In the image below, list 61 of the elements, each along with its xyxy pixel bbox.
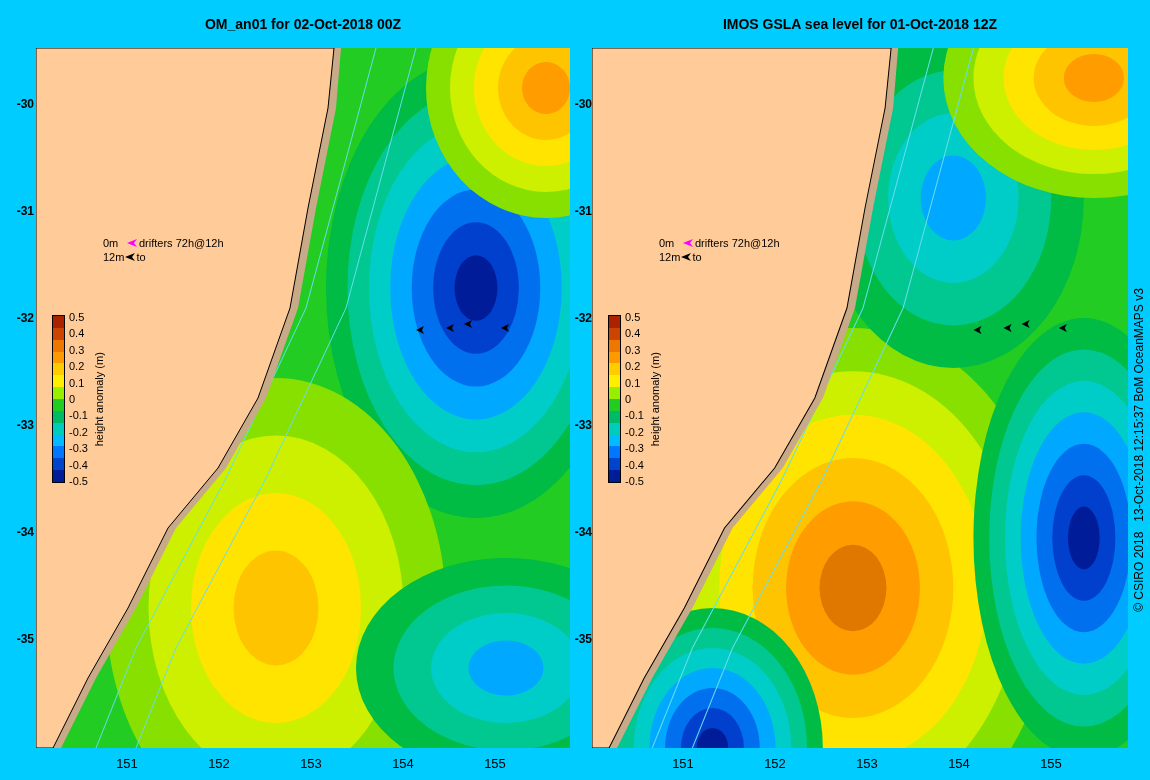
colorbar-tick-label: -0.1 bbox=[69, 409, 88, 422]
latitude-label: -33 bbox=[16, 417, 34, 434]
latitude-label: -35 bbox=[16, 631, 34, 648]
map-title: IMOS GSLA sea level for 01-Oct-2018 12Z bbox=[721, 14, 999, 34]
colorbar-tick-label: -0.4 bbox=[625, 458, 644, 471]
longitude-label: 155 bbox=[1039, 755, 1063, 774]
legend-text: drifters 72h@12h bbox=[695, 236, 780, 250]
legend-text: to bbox=[136, 250, 146, 264]
colorbar-tick-label: -0.3 bbox=[69, 442, 88, 455]
latitude-label: -30 bbox=[574, 96, 592, 113]
depth-label: 0m bbox=[659, 236, 676, 250]
colorbar-label: height anomaly (m) bbox=[91, 351, 106, 447]
map-title: OM_an01 for 02-Oct-2018 00Z bbox=[203, 14, 403, 34]
longitude-label: 154 bbox=[391, 755, 415, 774]
longitude-label: 152 bbox=[763, 755, 787, 774]
arrow-icon bbox=[683, 239, 693, 247]
colorbar-tick-label: -0.3 bbox=[625, 442, 644, 455]
colorbar-tick-label: 0.2 bbox=[69, 360, 86, 373]
colorbar-tick-label: 0.5 bbox=[69, 311, 86, 323]
colorbar-tick-label: 0.3 bbox=[69, 343, 86, 356]
legend-text: drifters 72h@12h bbox=[139, 236, 224, 250]
colorbar-tick-label: 0.4 bbox=[625, 327, 642, 340]
arrow-icon bbox=[127, 239, 137, 247]
latitude-label: -35 bbox=[574, 631, 592, 648]
colorbar-tick-label: 0.1 bbox=[69, 376, 86, 389]
depth-label: 0m bbox=[103, 236, 120, 250]
latitude-label: -33 bbox=[574, 417, 592, 434]
colorbar-tick-label: -0.5 bbox=[625, 474, 644, 487]
latitude-label: -30 bbox=[16, 96, 34, 113]
colorbar-tick-label: 0.3 bbox=[625, 343, 642, 356]
latitude-label: -31 bbox=[574, 203, 592, 220]
longitude-label: 155 bbox=[483, 755, 507, 774]
colorbar-tick-label: 0 bbox=[625, 392, 633, 405]
longitude-label: 152 bbox=[207, 755, 231, 774]
latitude-label: -32 bbox=[574, 310, 592, 327]
colorbar-label: height anomaly (m) bbox=[647, 351, 662, 447]
depth-label: 12m bbox=[659, 250, 681, 264]
colorbar-tick-label: -0.2 bbox=[69, 425, 88, 438]
colorbar-tick-label: 0 bbox=[69, 392, 77, 405]
latitude-label: -31 bbox=[16, 203, 34, 220]
colorbar-tick-label: 0.4 bbox=[69, 327, 86, 340]
depth-label: 12m bbox=[103, 250, 125, 264]
colorbar-tick-label: -0.2 bbox=[625, 425, 644, 438]
credit-text: © CSIRO 2018 13-Oct-2018 12:15:37 BoM OceanMAPS v3 bbox=[1131, 288, 1147, 612]
longitude-label: 151 bbox=[115, 755, 139, 774]
colorbar-tick-label: 0.1 bbox=[625, 376, 642, 389]
latitude-label: -34 bbox=[16, 524, 34, 541]
longitude-label: 153 bbox=[299, 755, 323, 774]
latitude-label: -34 bbox=[574, 524, 592, 541]
legend-text: to bbox=[692, 250, 702, 264]
arrow-icon bbox=[681, 253, 692, 261]
colorbar-tick-label: -0.4 bbox=[69, 458, 88, 471]
arrow-icon bbox=[125, 253, 136, 261]
colorbar-tick-label: -0.1 bbox=[625, 409, 644, 422]
colorbar-tick-label: -0.5 bbox=[69, 474, 88, 487]
longitude-label: 153 bbox=[855, 755, 879, 774]
latitude-label: -32 bbox=[16, 310, 34, 327]
longitude-label: 151 bbox=[671, 755, 695, 774]
colorbar-tick-label: 0.5 bbox=[625, 311, 642, 323]
longitude-label: 154 bbox=[947, 755, 971, 774]
colorbar-tick-label: 0.2 bbox=[625, 360, 642, 373]
